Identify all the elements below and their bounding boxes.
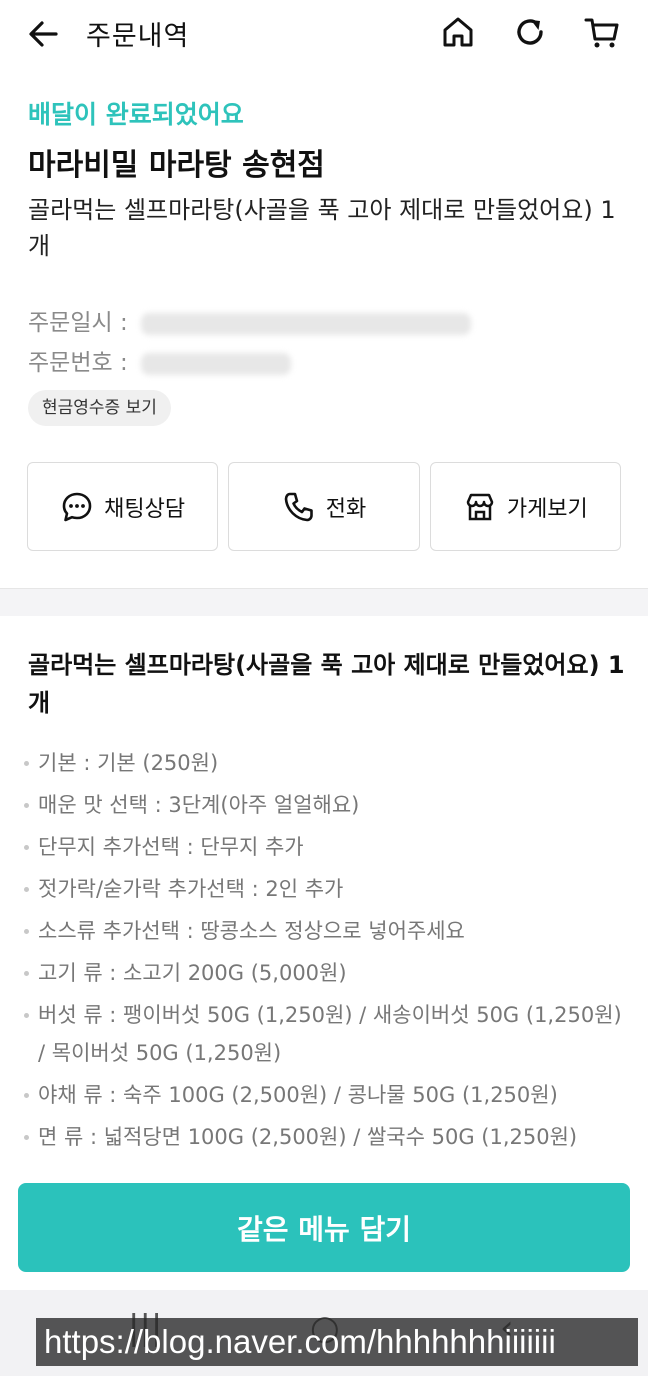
- storefront-icon: [466, 493, 494, 520]
- refresh-icon[interactable]: [510, 12, 550, 52]
- chat-button[interactable]: 채팅상담: [27, 462, 219, 551]
- menu-option: 야채 류 : 숙주 100G (2,500원) / 콩나물 50G (1,250…: [22, 1076, 622, 1114]
- order-number-redacted: [141, 352, 292, 375]
- section-divider: [0, 588, 648, 616]
- order-date-label: 주문일시 :: [28, 310, 128, 336]
- blog-watermark: https://blog.naver.com/hhhhhhhiiiiiii: [36, 1318, 638, 1366]
- chat-bubble-icon: [62, 492, 92, 521]
- order-number-row: 주문번호 :: [28, 343, 292, 377]
- back-arrow-icon[interactable]: [24, 14, 64, 54]
- call-button-label: 전화: [325, 496, 367, 522]
- cash-receipt-button[interactable]: 현금영수증 보기: [28, 390, 171, 426]
- menu-options-list: 기본 : 기본 (250원) 매운 맛 선택 : 3단계(아주 얼얼해요) 단무…: [22, 744, 622, 1160]
- add-same-menu-button[interactable]: 같은 메뉴 담기: [18, 1183, 630, 1272]
- action-buttons: 채팅상담 전화 가게보기: [27, 462, 621, 551]
- delivery-status: 배달이 완료되었어요: [28, 100, 244, 129]
- order-number-label: 주문번호 :: [28, 350, 128, 376]
- menu-option: 젓가락/숟가락 추가선택 : 2인 추가: [22, 870, 622, 908]
- menu-option: 기본 : 기본 (250원): [22, 744, 622, 782]
- call-button[interactable]: 전화: [228, 462, 420, 551]
- menu-option: 고기 류 : 소고기 200G (5,000원): [22, 954, 622, 992]
- menu-option: 버섯 류 : 팽이버섯 50G (1,250원) / 새송이버섯 50G (1,…: [22, 996, 622, 1072]
- view-store-button-label: 가게보기: [506, 496, 588, 522]
- menu-option: 소스류 추가선택 : 땅콩소스 정상으로 넣어주세요: [22, 912, 622, 950]
- menu-option: 단무지 추가선택 : 단무지 추가: [22, 828, 622, 866]
- order-date-row: 주문일시 :: [28, 303, 472, 337]
- cart-icon[interactable]: [582, 12, 622, 52]
- order-summary: 골라먹는 셀프마라탕(사골을 푹 고아 제대로 만들었어요) 1개: [28, 196, 616, 260]
- phone-icon: [284, 492, 313, 521]
- menu-item-title: 골라먹는 셀프마라탕(사골을 푹 고아 제대로 만들었어요) 1개: [28, 651, 625, 717]
- home-icon[interactable]: [438, 12, 478, 52]
- page-title: 주문내역: [86, 21, 190, 52]
- order-date-redacted: [141, 312, 472, 335]
- top-app-bar: 주문내역: [0, 0, 648, 66]
- view-store-button[interactable]: 가게보기: [429, 462, 621, 551]
- menu-option: 면 류 : 넓적당면 100G (2,500원) / 쌀국수 50G (1,25…: [22, 1118, 622, 1156]
- menu-option: 매운 맛 선택 : 3단계(아주 얼얼해요): [22, 786, 622, 824]
- chat-button-label: 채팅상담: [104, 496, 186, 522]
- store-name: 마라비밀 마라탕 송현점: [28, 148, 325, 183]
